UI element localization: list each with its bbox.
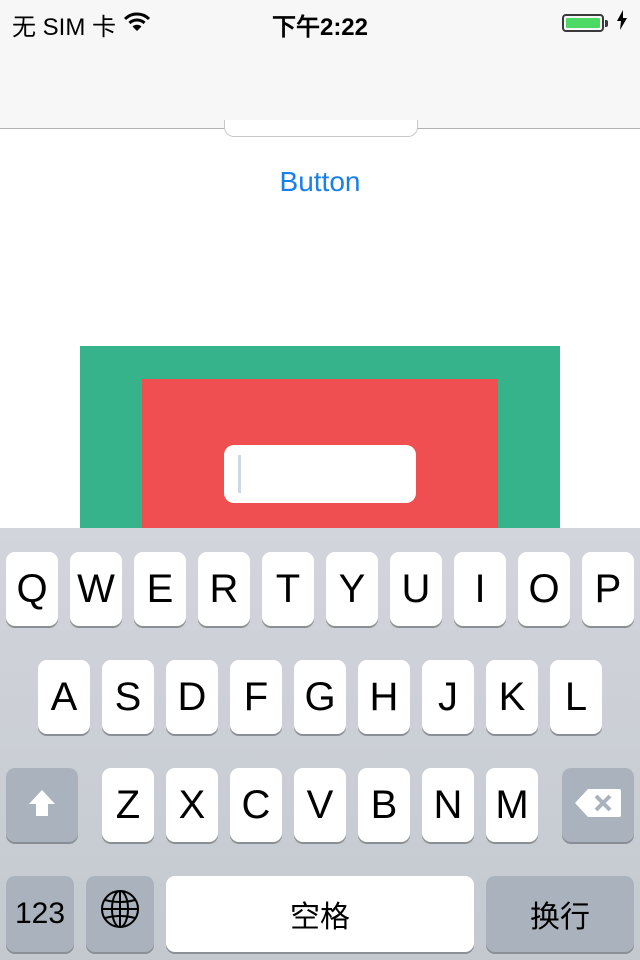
globe-icon — [100, 889, 140, 939]
key-q[interactable]: Q — [6, 552, 58, 626]
numbers-key[interactable]: 123 — [6, 876, 74, 952]
key-a[interactable]: A — [38, 660, 90, 734]
key-u[interactable]: U — [390, 552, 442, 626]
key-t[interactable]: T — [262, 552, 314, 626]
shift-key[interactable] — [6, 768, 78, 842]
main-button[interactable]: Button — [0, 166, 640, 198]
key-g[interactable]: G — [294, 660, 346, 734]
key-j[interactable]: J — [422, 660, 474, 734]
top-text-field[interactable] — [224, 120, 418, 137]
navigation-bar — [0, 40, 640, 129]
return-key[interactable]: 换行 — [486, 876, 634, 952]
key-e[interactable]: E — [134, 552, 186, 626]
key-n[interactable]: N — [422, 768, 474, 842]
key-f[interactable]: F — [230, 660, 282, 734]
shift-arrow-icon — [27, 783, 57, 828]
status-bar: 无 SIM 卡 下午2:22 — [0, 0, 640, 41]
key-z[interactable]: Z — [102, 768, 154, 842]
space-key[interactable]: 空格 — [166, 876, 474, 952]
backspace-icon — [574, 783, 622, 828]
key-i[interactable]: I — [454, 552, 506, 626]
battery-level — [566, 18, 600, 28]
bolt-icon — [616, 9, 628, 37]
key-d[interactable]: D — [166, 660, 218, 734]
clock: 下午2:22 — [271, 14, 369, 41]
key-k[interactable]: K — [486, 660, 538, 734]
globe-key[interactable] — [86, 876, 154, 952]
key-b[interactable]: B — [358, 768, 410, 842]
key-l[interactable]: L — [550, 660, 602, 734]
key-r[interactable]: R — [198, 552, 250, 626]
delete-key[interactable] — [562, 768, 634, 842]
key-p[interactable]: P — [582, 552, 634, 626]
key-h[interactable]: H — [358, 660, 410, 734]
text-input-field[interactable] — [224, 445, 416, 503]
text-caret — [238, 455, 241, 493]
key-o[interactable]: O — [518, 552, 570, 626]
key-v[interactable]: V — [294, 768, 346, 842]
keyboard: Q W E R T Y U I O P A S D F G H J K L Z … — [0, 528, 640, 960]
key-m[interactable]: M — [486, 768, 538, 842]
key-c[interactable]: C — [230, 768, 282, 842]
key-w[interactable]: W — [70, 552, 122, 626]
key-y[interactable]: Y — [326, 552, 378, 626]
status-right — [562, 9, 628, 37]
key-x[interactable]: X — [166, 768, 218, 842]
key-s[interactable]: S — [102, 660, 154, 734]
battery-icon — [562, 14, 608, 32]
